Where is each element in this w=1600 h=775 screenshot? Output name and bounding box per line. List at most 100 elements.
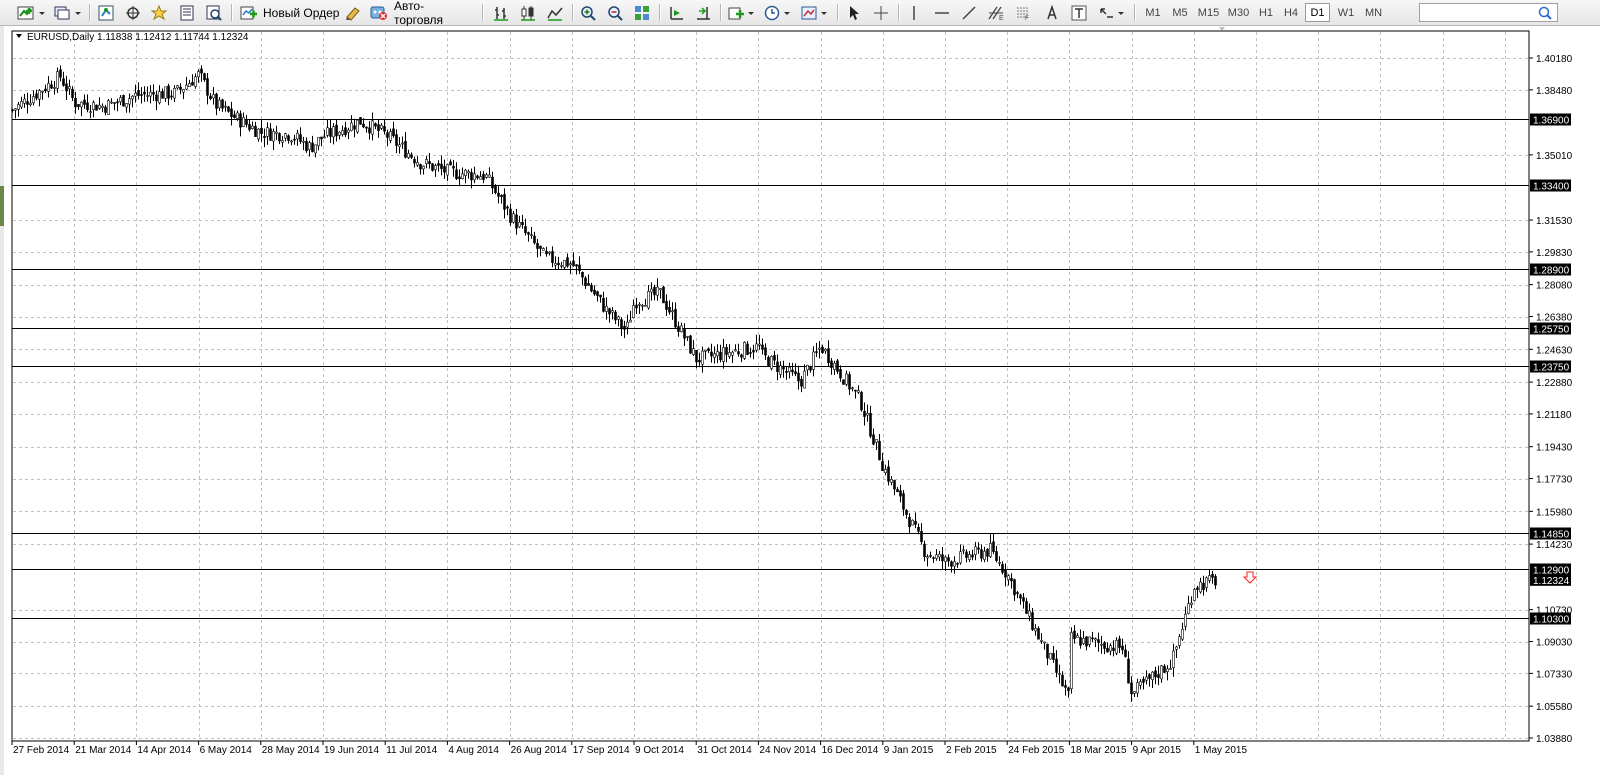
candle-body	[362, 123, 365, 128]
candle-body	[1121, 645, 1124, 651]
candle-body	[908, 516, 911, 528]
candle-body	[410, 154, 413, 158]
candle-body	[302, 140, 305, 143]
price-tick-label: 1.03880	[1536, 734, 1573, 745]
candle-body	[554, 263, 557, 266]
candle-body	[14, 108, 17, 111]
strategy-tester-icon[interactable]	[203, 2, 225, 23]
candle-body	[455, 169, 458, 180]
candle-body	[359, 117, 362, 125]
arrows-icon[interactable]	[1097, 2, 1127, 23]
cursor-icon[interactable]	[843, 2, 865, 23]
candle-body	[287, 135, 290, 141]
price-chart[interactable]: 1.40180 1.38480 1.35010 1.31530 1.29830 1.280…	[0, 26, 1600, 775]
candle-body	[983, 551, 986, 560]
price-tick-label: 1.15980	[1536, 507, 1573, 518]
time-tick-label: 26 Aug 2014	[511, 745, 568, 756]
horizontal-line-icon[interactable]	[931, 2, 953, 23]
candle-body	[431, 163, 434, 171]
timeframe-m30[interactable]: M30	[1224, 3, 1253, 22]
vertical-line-icon[interactable]	[903, 2, 925, 23]
candle-body	[89, 111, 92, 113]
zoom-out-icon[interactable]	[604, 2, 626, 23]
chart-window[interactable]: 1.40180 1.38480 1.35010 1.31530 1.29830 1.280…	[0, 26, 1600, 775]
candle-body	[323, 136, 326, 139]
line-chart-icon[interactable]	[544, 2, 566, 23]
navigator-icon[interactable]	[122, 2, 144, 23]
zoom-in-icon[interactable]	[577, 2, 599, 23]
candle-body	[248, 124, 251, 130]
new-order-button[interactable]: Новый Ордер	[240, 2, 340, 23]
candle-body	[146, 95, 149, 97]
candle-body	[1115, 640, 1118, 654]
candle-body	[695, 349, 698, 363]
timeframe-d1[interactable]: D1	[1305, 3, 1330, 22]
candle-body	[173, 88, 176, 99]
candle-body	[269, 128, 272, 141]
candle-body	[836, 360, 839, 372]
periods-icon[interactable]	[763, 2, 793, 23]
candle-body	[623, 325, 626, 330]
candle-body	[467, 171, 470, 174]
time-tick-label: 4 Aug 2014	[448, 745, 499, 756]
time-tick-label: 19 Jun 2014	[324, 745, 379, 756]
candle-body	[461, 173, 464, 179]
timeframe-h1[interactable]: H1	[1254, 3, 1278, 22]
candle-body	[92, 102, 95, 110]
gridlines-icon[interactable]: F	[1012, 2, 1034, 23]
indicators-icon[interactable]	[727, 2, 757, 23]
new-chart-icon[interactable]	[16, 2, 48, 23]
text-icon[interactable]	[1041, 2, 1063, 23]
timeframe-h4[interactable]: H4	[1279, 3, 1303, 22]
candle-body	[50, 84, 53, 89]
timeframe-m15[interactable]: M15	[1194, 3, 1223, 22]
fibonacci-icon[interactable]: E	[985, 2, 1007, 23]
candle-body	[812, 351, 815, 370]
metaeditor-icon[interactable]	[343, 2, 363, 23]
autotrading-button[interactable]: Авто-торговля	[369, 0, 473, 27]
candle-body	[374, 123, 377, 127]
candle-body	[392, 128, 395, 137]
candle-body	[1007, 575, 1010, 581]
candle-body	[830, 360, 833, 368]
crosshair-icon[interactable]	[870, 2, 892, 23]
main-toolbar: Новый Ордер Авто-торговля E F M1 M5 M15 …	[0, 0, 1600, 27]
text-label-icon[interactable]	[1068, 2, 1090, 23]
candle-body	[731, 351, 734, 356]
candle-body	[194, 76, 197, 87]
templates-icon[interactable]	[800, 2, 830, 23]
profiles-icon[interactable]	[52, 2, 84, 23]
time-tick-label: 14 Apr 2014	[137, 745, 191, 756]
candle-body	[599, 294, 602, 298]
candlestick-icon[interactable]	[517, 2, 539, 23]
timeframe-mn[interactable]: MN	[1360, 3, 1387, 22]
timeframe-m5[interactable]: M5	[1167, 3, 1193, 22]
market-watch-icon[interactable]	[95, 2, 117, 23]
candle-body	[851, 387, 854, 390]
candle-body	[650, 288, 653, 293]
tile-windows-icon[interactable]	[631, 2, 653, 23]
favorites-icon[interactable]	[149, 2, 171, 23]
timeframe-m1[interactable]: M1	[1140, 3, 1166, 22]
search-icon[interactable]	[1538, 6, 1552, 20]
candle-body	[569, 263, 572, 266]
candle-body	[917, 526, 920, 532]
candle-body	[1208, 575, 1211, 581]
search-input[interactable]	[1419, 3, 1558, 22]
timeframe-w1[interactable]: W1	[1333, 3, 1359, 22]
candle-body	[356, 119, 359, 133]
candle-body	[224, 105, 227, 108]
candle-body	[77, 104, 80, 107]
candle-body	[296, 132, 299, 140]
data-window-icon[interactable]	[176, 2, 198, 23]
candle-body	[440, 163, 443, 169]
candle-body	[713, 353, 716, 358]
bar-chart-icon[interactable]	[490, 2, 512, 23]
trendline-icon[interactable]	[958, 2, 980, 23]
autoscroll-icon[interactable]	[692, 2, 714, 23]
chart-shift-icon[interactable]	[665, 2, 687, 23]
chart-scroll-indicator[interactable]	[0, 186, 4, 226]
price-tick-label: 1.09030	[1536, 638, 1573, 649]
candle-body	[896, 489, 899, 493]
price-tick-label: 1.07330	[1536, 669, 1573, 680]
